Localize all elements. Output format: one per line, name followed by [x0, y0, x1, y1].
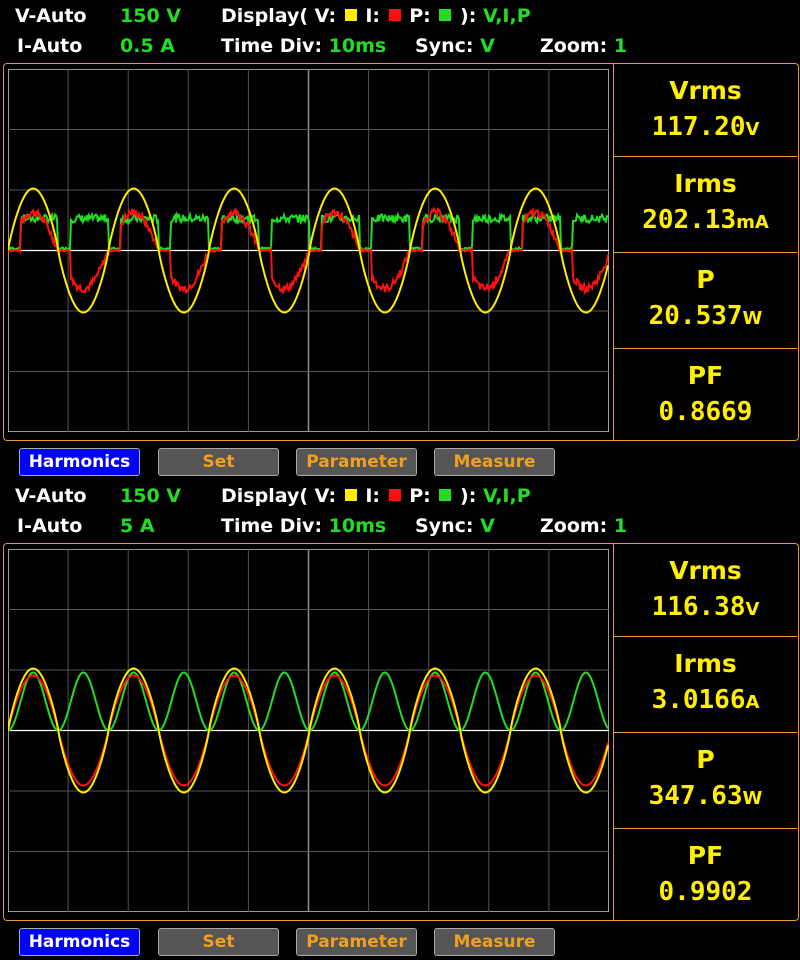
display-label: Display( V: [221, 5, 337, 27]
parameter-button[interactable]: Parameter [296, 448, 417, 476]
zoom-group[interactable]: Zoom: 1 [540, 35, 627, 57]
vrms-value: 116.38 [651, 592, 746, 622]
waveform-svg [8, 69, 609, 432]
irms-value: 202.13 [642, 205, 737, 235]
v-range-value: 150 V [120, 5, 181, 27]
i-range-value: 0.5 A [120, 35, 175, 57]
measure-irms[interactable]: Irms 3.0166A [613, 636, 797, 732]
irms-label: Irms [674, 169, 737, 198]
measure-pf[interactable]: PF 0.9902 [613, 828, 797, 920]
sync-group[interactable]: Sync: V [415, 515, 495, 537]
measure-power[interactable]: P 20.537W [613, 252, 797, 348]
zoom-label: Zoom: [540, 35, 608, 57]
measure-button[interactable]: Measure [434, 448, 555, 476]
power-unit: W [742, 308, 763, 329]
power-color-swatch [439, 489, 452, 501]
power-value: 347.63 [648, 781, 743, 811]
v-range-label: V-Auto [15, 5, 87, 27]
time-div-value: 10ms [328, 515, 387, 537]
waveform-display[interactable] [8, 69, 609, 432]
zoom-value: 1 [613, 515, 628, 537]
measure-irms[interactable]: Irms 202.13mA [613, 156, 797, 252]
sync-group[interactable]: Sync: V [415, 35, 495, 57]
v-range-group[interactable]: V-Auto [15, 485, 87, 507]
display-suffix: ): [460, 485, 477, 507]
sync-label: Sync: [415, 515, 474, 537]
i-range-label: I-Auto [17, 515, 83, 537]
harmonics-button[interactable]: Harmonics [19, 448, 140, 476]
pf-label: PF [687, 361, 724, 390]
set-button[interactable]: Set [158, 448, 279, 476]
i-range-value: 5 A [120, 515, 155, 537]
irms-unit: A [745, 692, 760, 713]
power-label: P [696, 745, 715, 774]
harmonics-button[interactable]: Harmonics [19, 928, 140, 956]
display-selector[interactable]: Display( V: I: P: ): V,I,P [221, 5, 531, 27]
voltage-color-swatch [344, 9, 357, 21]
set-button[interactable]: Set [158, 928, 279, 956]
i-range-group[interactable]: I-Auto [17, 35, 82, 57]
display-p-label: P: [409, 485, 431, 507]
vrms-value: 117.20 [651, 112, 746, 142]
v-range-value: 150 V [120, 485, 181, 507]
power-color-swatch [439, 9, 452, 21]
display-p-label: P: [409, 5, 431, 27]
display-suffix: ): [460, 5, 477, 27]
voltage-color-swatch [344, 489, 357, 501]
power-value: 20.537 [648, 301, 743, 331]
scope-panel-2: V-Auto 150 V Display( V: I: P: ): V,I,P … [0, 480, 800, 960]
waveform-display[interactable] [8, 549, 609, 912]
v-range-label: V-Auto [15, 485, 87, 507]
vrms-unit: V [745, 119, 760, 140]
i-range-label: I-Auto [17, 35, 83, 57]
irms-value: 3.0166 [651, 685, 746, 715]
time-div-group[interactable]: Time Div: 10ms [221, 515, 386, 537]
irms-unit: mA [736, 212, 769, 233]
measure-button[interactable]: Measure [434, 928, 555, 956]
measure-vrms[interactable]: Vrms 117.20V [613, 64, 797, 160]
time-div-group[interactable]: Time Div: 10ms [221, 35, 386, 57]
display-selector[interactable]: Display( V: I: P: ): V,I,P [221, 485, 531, 507]
parameter-button[interactable]: Parameter [296, 928, 417, 956]
sync-label: Sync: [415, 35, 474, 57]
pf-value: 0.9902 [658, 877, 753, 907]
measure-pf[interactable]: PF 0.8669 [613, 348, 797, 440]
display-i-label: I: [365, 5, 380, 27]
waveform-svg [8, 549, 609, 912]
v-range-group[interactable]: V-Auto [15, 5, 87, 27]
sync-value: V [480, 35, 495, 57]
irms-label: Irms [674, 649, 737, 678]
display-label: Display( V: [221, 485, 337, 507]
vrms-label: Vrms [669, 556, 742, 585]
sync-value: V [480, 515, 495, 537]
time-div-label: Time Div: [221, 35, 323, 57]
current-color-swatch [388, 489, 401, 501]
zoom-group[interactable]: Zoom: 1 [540, 515, 627, 537]
vrms-unit: V [745, 599, 760, 620]
display-value: V,I,P [482, 5, 531, 27]
scope-panel-1: V-Auto 150 V Display( V: I: P: ): V,I,P … [0, 0, 800, 480]
power-label: P [696, 265, 715, 294]
current-color-swatch [388, 9, 401, 21]
measure-power[interactable]: P 347.63W [613, 732, 797, 828]
pf-label: PF [687, 841, 724, 870]
time-div-label: Time Div: [221, 515, 323, 537]
display-i-label: I: [365, 485, 380, 507]
i-range-group[interactable]: I-Auto [17, 515, 82, 537]
display-value: V,I,P [482, 485, 531, 507]
power-unit: W [742, 788, 763, 809]
measure-vrms[interactable]: Vrms 116.38V [613, 544, 797, 640]
pf-value: 0.8669 [658, 397, 753, 427]
time-div-value: 10ms [328, 35, 387, 57]
zoom-label: Zoom: [540, 515, 608, 537]
vrms-label: Vrms [669, 76, 742, 105]
zoom-value: 1 [613, 35, 628, 57]
